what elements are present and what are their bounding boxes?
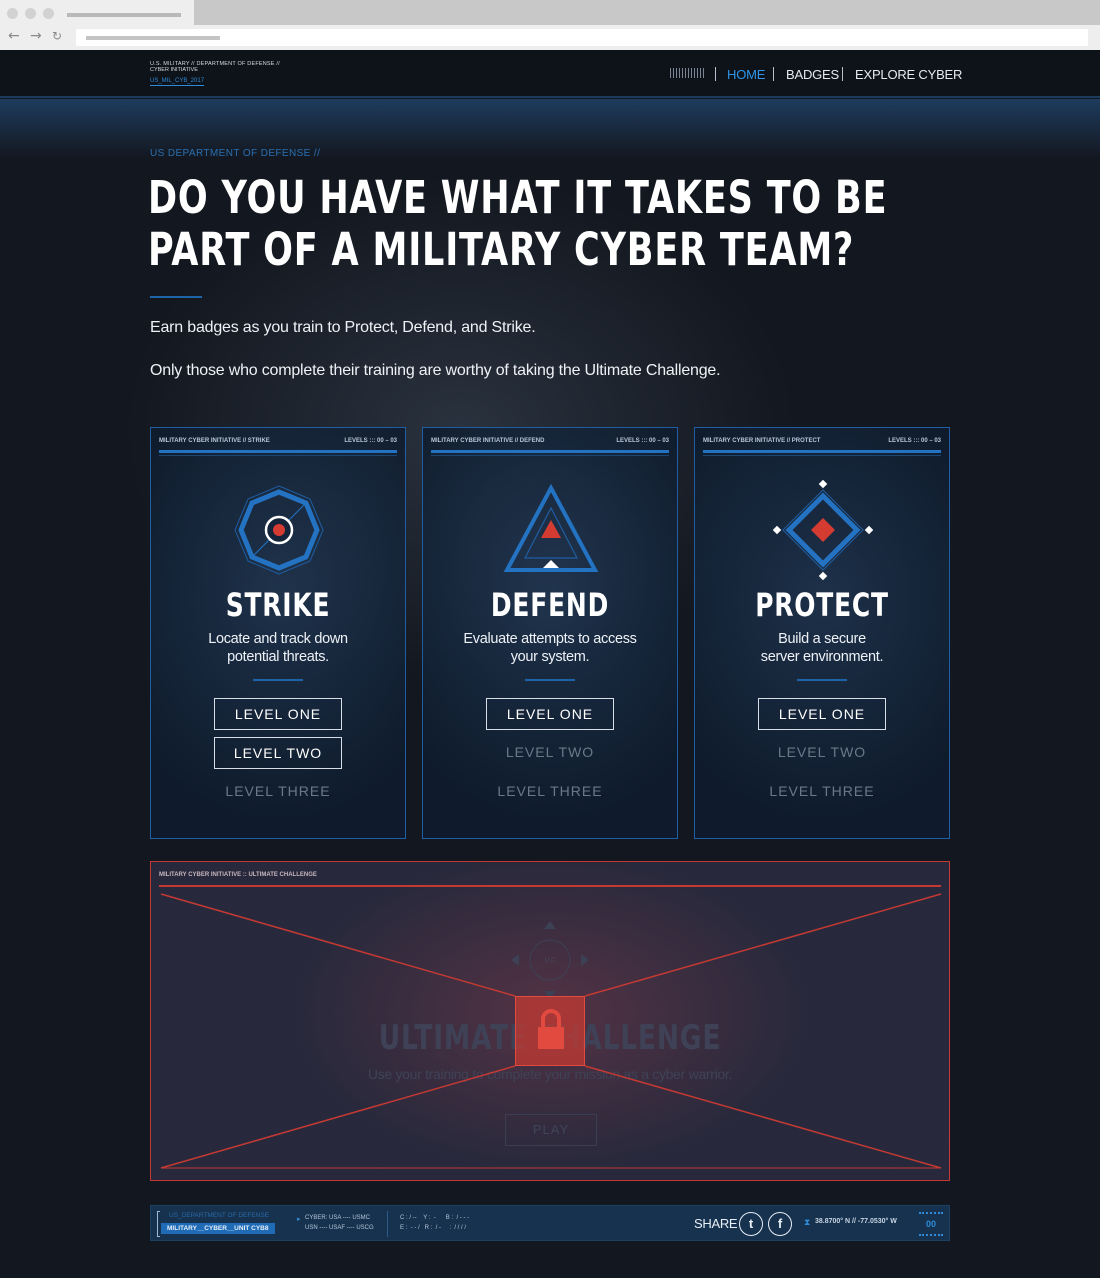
defend-level-one-button[interactable]: LEVEL ONE [486, 698, 614, 730]
footer-coordinates: 38.8700° N // -77.0530° W [815, 1218, 897, 1225]
defend-icon [503, 483, 599, 572]
footer-kicker: US_DEPARTMENT OF DEFENSE [169, 1212, 270, 1219]
nav-home-link[interactable]: HOME [727, 67, 765, 82]
strike-level-three-locked: LEVEL THREE [225, 783, 331, 799]
footer-divider [387, 1211, 388, 1237]
defend-level-three-locked: LEVEL THREE [497, 783, 603, 799]
card-title: STRIKE [225, 586, 331, 624]
hourglass-icon: ⧗ [804, 1217, 811, 1227]
card-header: MILITARY CYBER INITIATIVE // STRIKE LEVE… [159, 437, 397, 445]
window-maximize-dot[interactable] [43, 8, 54, 19]
headline-divider [150, 296, 202, 298]
tab-title-placeholder [67, 13, 181, 17]
intro-text-1: Earn badges as you train to Protect, Def… [150, 319, 536, 336]
protect-level-three-locked: LEVEL THREE [769, 783, 875, 799]
reload-icon[interactable]: ↻ [52, 28, 62, 44]
card-header: MILITARY CYBER INITIATIVE // DEFEND LEVE… [431, 437, 669, 445]
hero-kicker: US DEPARTMENT OF DEFENSE // [150, 148, 321, 159]
card-levels-label: LEVELS ::: 00 – 03 [888, 438, 941, 444]
nav-divider [842, 67, 843, 81]
strike-card: MILITARY CYBER INITIATIVE // STRIKE LEVE… [150, 427, 406, 839]
nav-divider [773, 67, 774, 81]
card-header-bar [159, 450, 397, 456]
locked-cross-lines [160, 893, 942, 1169]
url-placeholder [86, 36, 220, 40]
card-divider [253, 679, 303, 681]
facebook-icon[interactable]: f [768, 1212, 792, 1236]
card-title: PROTECT [755, 586, 889, 624]
barcode-decoration [670, 68, 706, 78]
card-title: DEFEND [490, 586, 610, 624]
share-label: SHARE [694, 1216, 738, 1231]
back-icon[interactable]: ← [8, 28, 20, 44]
window-close-dot[interactable] [7, 8, 18, 19]
card-levels-label: LEVELS ::: 00 – 03 [616, 438, 669, 444]
footer-readout-1: C : / -- Y : - B : / - - - [400, 1215, 470, 1221]
logo-code[interactable]: US_MIL_CYB_2017 [150, 78, 205, 86]
card-levels-label: LEVELS ::: 00 – 03 [344, 438, 397, 444]
ultimate-challenge-panel: MILITARY CYBER INITIATIVE :: ULTIMATE CH… [150, 861, 950, 1181]
card-header-bar [703, 450, 941, 456]
card-description: Locate and track down potential threats. [208, 631, 348, 665]
card-divider [525, 679, 575, 681]
card-description: Build a secure server environment. [760, 631, 884, 665]
card-header-label: MILITARY CYBER INITIATIVE // DEFEND [431, 438, 545, 444]
headline-line2: PART OF A MILITARY CYBER TEAM? [148, 223, 855, 276]
window-minimize-dot[interactable] [25, 8, 36, 19]
strike-level-two-button[interactable]: LEVEL TWO [214, 737, 342, 769]
card-description: Evaluate attempts to access your system. [463, 631, 637, 665]
footer-bar: US_DEPARTMENT OF DEFENSE MILITARY__CYBER… [150, 1205, 950, 1241]
card-divider [797, 679, 847, 681]
logo-line2[interactable]: CYBER INITIATIVE [150, 67, 198, 73]
forward-icon[interactable]: → [30, 28, 42, 44]
card-header: MILITARY CYBER INITIATIVE // PROTECT LEV… [703, 437, 941, 445]
protect-icon [773, 480, 873, 580]
caret-icon: ▸ [297, 1216, 301, 1223]
footer-branches-2: USN ---- USAF ---- USCG [305, 1225, 374, 1231]
strike-level-one-button[interactable]: LEVEL ONE [214, 698, 342, 730]
protect-card: MILITARY CYBER INITIATIVE // PROTECT LEV… [694, 427, 950, 839]
address-bar[interactable] [76, 29, 1088, 46]
defend-level-two-locked: LEVEL TWO [505, 744, 595, 760]
twitter-icon[interactable]: t [739, 1212, 763, 1236]
card-header-bar [431, 450, 669, 456]
headline-line1: DO YOU HAVE WHAT IT TAKES TO BE [148, 171, 888, 224]
footer-code-badge: 00 [919, 1212, 943, 1236]
nav-badges-link[interactable]: BADGES [786, 67, 839, 82]
footer-branches-1: CYBER: USA ---- USMC [305, 1215, 371, 1221]
browser-chrome: ← → ↻ [0, 0, 1100, 50]
nav-explore-cyber-link[interactable]: EXPLORE CYBER [855, 67, 962, 82]
defend-card: MILITARY CYBER INITIATIVE // DEFEND LEVE… [422, 427, 678, 839]
card-header-label: MILITARY CYBER INITIATIVE // STRIKE [159, 438, 270, 444]
page-title: DO YOU HAVE WHAT IT TAKES TO BE PART OF … [148, 171, 888, 276]
footer-readout-2: E : - - / R : / - : / / / / [400, 1225, 467, 1231]
footer-unit-label: MILITARY__CYBER__UNIT CYB8 [161, 1223, 275, 1234]
footer-bracket [157, 1211, 160, 1237]
intro-text-2: Only those who complete their training a… [150, 362, 721, 379]
card-header-label: MILITARY CYBER INITIATIVE // PROTECT [703, 438, 821, 444]
protect-level-two-locked: LEVEL TWO [777, 744, 867, 760]
protect-level-one-button[interactable]: LEVEL ONE [758, 698, 886, 730]
strike-icon [234, 485, 324, 575]
nav-divider [715, 67, 716, 81]
